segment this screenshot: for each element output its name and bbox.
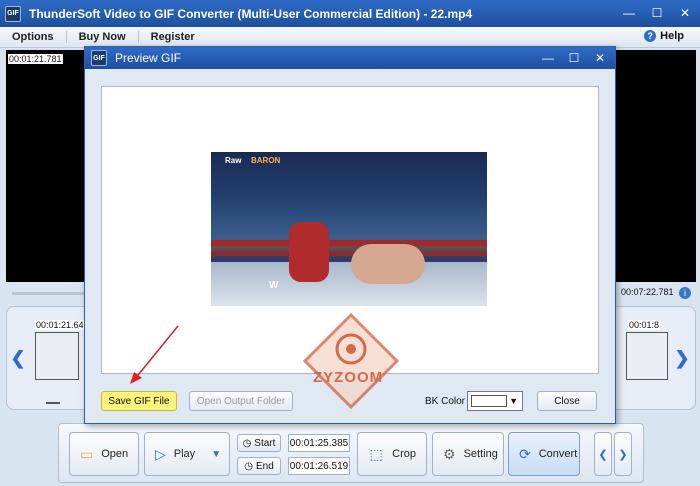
folder-icon: ▭: [80, 445, 94, 462]
zyzoom-watermark: [303, 313, 399, 409]
prev-icon[interactable]: ❮: [594, 432, 612, 476]
brand-logo: BARON: [251, 156, 281, 165]
convert-button[interactable]: ⟳ Convert: [508, 432, 580, 476]
menu-buy-now[interactable]: Buy Now: [67, 31, 139, 43]
setting-button[interactable]: ⚙ Setting: [432, 432, 504, 476]
setting-label: Setting: [463, 448, 498, 460]
bk-color-label: BK Color: [425, 396, 466, 407]
info-icon[interactable]: i: [679, 287, 691, 299]
bk-color-dropdown[interactable]: ▼: [467, 391, 523, 411]
start-button[interactable]: ◷ Start: [237, 434, 281, 452]
current-time: 00:01:21.781: [8, 54, 63, 64]
start-time-field[interactable]: 00:01:25.385: [288, 434, 350, 452]
open-button[interactable]: ▭ Open: [69, 432, 139, 476]
wrestler-figure: [289, 222, 329, 282]
play-button[interactable]: ▷ Play ▼: [144, 432, 230, 476]
thumb-right-time: 00:01:8: [628, 320, 661, 330]
title-bar: GIF ThunderSoft Video to GIF Converter (…: [0, 0, 700, 27]
menu-bar: Options Buy Now Register ? Help: [0, 27, 700, 48]
raw-logo: Raw: [225, 156, 242, 165]
thumbnail-right[interactable]: [626, 332, 668, 380]
dialog-app-icon: GIF: [91, 50, 107, 66]
crop-icon: ⬚: [369, 445, 383, 462]
convert-icon: ⟳: [519, 445, 531, 462]
bk-color-swatch: [471, 395, 507, 407]
crop-label: Crop: [392, 448, 416, 460]
end-button[interactable]: ◷ End: [237, 457, 281, 475]
window-title: ThunderSoft Video to GIF Converter (Mult…: [29, 6, 473, 21]
clock-icon: ◷: [242, 437, 252, 449]
maximize-button[interactable]: ☐: [648, 4, 666, 22]
dialog-title: Preview GIF: [115, 51, 182, 65]
crop-button[interactable]: ⬚ Crop: [357, 432, 427, 476]
save-gif-file-button[interactable]: Save GIF File: [101, 391, 177, 411]
clock-icon: ◷: [244, 460, 253, 472]
thumb-next-icon[interactable]: ❯: [674, 348, 690, 368]
open-output-folder-button[interactable]: Open Output Folder: [189, 391, 293, 411]
gif-preview-image: Raw BARON W: [211, 152, 487, 306]
thumbnail-left[interactable]: [35, 332, 79, 380]
ring-rope-lower: [211, 252, 487, 256]
chevron-down-icon[interactable]: ▼: [211, 445, 221, 463]
chevron-down-icon: ▼: [509, 396, 518, 406]
end-label: End: [255, 460, 274, 472]
thumb-left-time: 00:01:21.64: [35, 320, 85, 330]
play-icon: ▷: [155, 445, 166, 462]
thumb-prev-icon[interactable]: ❮: [10, 348, 26, 368]
close-button[interactable]: ✕: [676, 4, 694, 22]
dialog-close-button[interactable]: ✕: [591, 49, 609, 67]
convert-label: Convert: [538, 448, 578, 460]
thumb-marker: [46, 402, 60, 404]
window-controls: — ☐ ✕: [620, 4, 694, 22]
menu-register[interactable]: Register: [139, 31, 207, 43]
app-icon: GIF: [5, 5, 21, 22]
help-icon: ?: [644, 30, 657, 42]
minimize-button[interactable]: —: [620, 4, 638, 22]
close-dialog-button[interactable]: Close: [537, 391, 597, 411]
start-label: Start: [254, 437, 276, 449]
w-logo: W: [269, 280, 279, 291]
wrestler-figure-2: [351, 244, 425, 284]
help-button[interactable]: ? Help: [644, 30, 684, 42]
gear-icon: ⚙: [443, 445, 456, 462]
dialog-title-bar: GIF Preview GIF — ☐ ✕: [85, 47, 615, 69]
end-time-field[interactable]: 00:01:26.519: [288, 457, 350, 475]
help-label: Help: [660, 30, 684, 42]
next-icon[interactable]: ❯: [614, 432, 632, 476]
menu-options[interactable]: Options: [0, 31, 67, 43]
annotation-arrow: [130, 325, 179, 384]
total-time: 00:07:22.781: [621, 287, 674, 297]
ring-rope: [211, 240, 487, 246]
watermark-text: ZYZOOM: [313, 369, 384, 386]
dialog-maximize-button[interactable]: ☐: [565, 49, 583, 67]
play-label: Play: [173, 448, 196, 460]
open-label: Open: [101, 448, 129, 460]
dialog-minimize-button[interactable]: —: [539, 49, 557, 67]
dialog-window-controls: — ☐ ✕: [539, 49, 609, 67]
ring-mat: [211, 262, 487, 306]
